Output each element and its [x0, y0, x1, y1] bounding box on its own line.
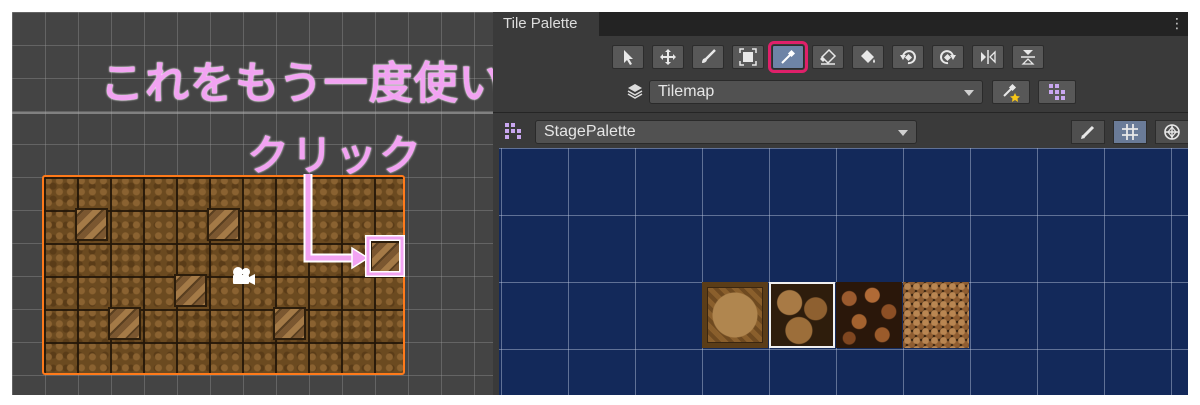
- rock-tile[interactable]: [207, 208, 240, 241]
- box-fill-icon: [739, 48, 757, 66]
- flip-y-tool-button[interactable]: [1012, 45, 1044, 69]
- rotate-cw-tool-button[interactable]: [932, 45, 964, 69]
- tab-tile-palette[interactable]: Tile Palette: [493, 12, 599, 36]
- palette-name-label: StagePalette: [544, 123, 636, 140]
- eyedropper-star-icon: [1003, 83, 1020, 102]
- flip-x-tool-button[interactable]: [972, 45, 1004, 69]
- paint-tool-button[interactable]: [692, 45, 724, 69]
- erase-tool-button[interactable]: [812, 45, 844, 69]
- fill-tool-button[interactable]: [852, 45, 884, 69]
- picker-settings-button[interactable]: [992, 80, 1030, 104]
- toggle-grid-button[interactable]: [1113, 120, 1147, 144]
- camera-gizmo-icon: [233, 267, 255, 285]
- brush-icon: [702, 49, 716, 63]
- palette-grid[interactable]: [499, 148, 1188, 395]
- kebab-menu-icon[interactable]: ⋮: [1170, 16, 1184, 30]
- rotate-left-icon: [900, 50, 916, 65]
- eraser-icon: [820, 48, 837, 65]
- palette-tile-dirt-block[interactable]: [702, 282, 768, 348]
- flip-horizontal-icon: [981, 50, 996, 64]
- paint-bucket-icon: [861, 50, 875, 63]
- picker-tool-button[interactable]: [768, 41, 808, 73]
- rock-tile[interactable]: [108, 307, 141, 340]
- palette-settings-button[interactable]: [1038, 80, 1076, 104]
- eyedropper-icon: [781, 49, 796, 64]
- scene-view[interactable]: これをもう一度使いたい クリック: [12, 12, 493, 395]
- arrow-pointer-icon: [624, 50, 633, 65]
- chevron-down-icon: [964, 90, 974, 96]
- rotate-ccw-tool-button[interactable]: [892, 45, 924, 69]
- palette-tile-cobble-medium[interactable]: [836, 282, 902, 348]
- rock-tile[interactable]: [174, 274, 207, 307]
- box-fill-tool-button[interactable]: [732, 45, 764, 69]
- rock-tile[interactable]: [75, 208, 108, 241]
- screenshot-frame: これをもう一度使いたい クリック Tile Palette ⋮: [12, 12, 1188, 395]
- tab-bar: Tile Palette ⋮: [493, 12, 1188, 36]
- pencil-icon: [1081, 125, 1095, 139]
- annotation-click-label: クリック: [247, 132, 424, 179]
- gizmo-icon: [1164, 124, 1180, 140]
- tilemap-selection[interactable]: [42, 175, 405, 375]
- chevron-down-icon: [898, 130, 908, 136]
- palette-tile-stone-large-selected[interactable]: [769, 282, 835, 348]
- edit-palette-button[interactable]: [1071, 120, 1105, 144]
- palette-icon: [505, 123, 521, 139]
- layers-icon: [627, 84, 643, 99]
- grid-icon: [1122, 124, 1138, 140]
- flip-vertical-icon: [1021, 50, 1035, 65]
- palette-tile-gravel-small[interactable]: [903, 282, 969, 348]
- rock-tile-target[interactable]: [370, 241, 403, 274]
- select-tool-button[interactable]: [612, 45, 644, 69]
- move-tool-button[interactable]: [652, 45, 684, 69]
- scene-divider: [12, 112, 493, 114]
- move-arrows-icon: [660, 49, 676, 65]
- tile-palette-window: Tile Palette ⋮ Tilemap StagePalette: [493, 12, 1188, 395]
- rock-tile[interactable]: [273, 307, 306, 340]
- tile-grid-icon: [1049, 84, 1065, 100]
- palette-dropdown[interactable]: StagePalette: [535, 120, 917, 144]
- rotate-right-icon: [940, 50, 956, 65]
- toggle-gizmos-button[interactable]: [1155, 120, 1188, 144]
- toolbar-divider: [493, 112, 1188, 113]
- active-tilemap-dropdown[interactable]: Tilemap: [649, 80, 983, 104]
- annotation-title: これをもう一度使いたい: [100, 59, 493, 108]
- active-tilemap-label: Tilemap: [658, 83, 715, 100]
